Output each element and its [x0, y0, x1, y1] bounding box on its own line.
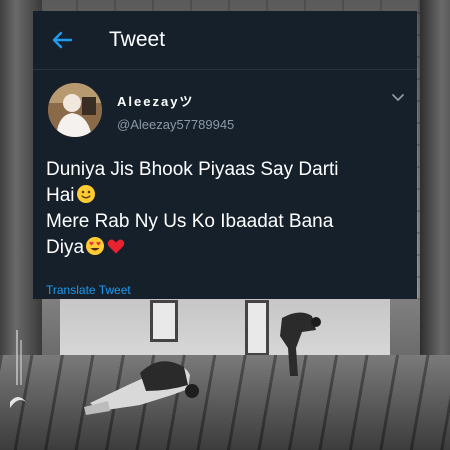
tweet-text-line: Duniya Jis Bhook Piyaas Say Darti	[46, 157, 406, 183]
red-heart-icon	[107, 239, 125, 254]
tweet-text-segment: Duniya Jis Bhook Piyaas Say Darti	[46, 159, 339, 180]
page-title: Tweet	[109, 28, 166, 51]
tweet-text-line: Diya	[46, 235, 406, 261]
background-carpet-floor	[0, 355, 450, 450]
tweet-card: Tweet Aleezayツ @Aleezay57789945 Duniya J…	[33, 11, 417, 299]
screenshot-stage: Tweet Aleezayツ @Aleezay57789945 Duniya J…	[0, 0, 450, 450]
background-window	[150, 300, 178, 342]
translate-tweet-link[interactable]: Translate Tweet	[46, 283, 131, 297]
avatar-photo-icon	[48, 83, 102, 137]
tweet-body-text: Duniya Jis Bhook Piyaas Say Darti Hai Me…	[46, 157, 406, 261]
back-arrow-icon[interactable]	[51, 29, 73, 51]
tweet-text-segment: Diya	[46, 237, 85, 258]
watermark-logo	[10, 330, 26, 408]
tweet-text-segment: Mere Rab Ny Us Ko Ibaadat Bana	[46, 211, 334, 232]
chevron-down-icon[interactable]	[391, 93, 405, 103]
smiling-face-with-heart-eyes-icon	[86, 237, 105, 255]
bowing-person-figure	[280, 312, 321, 376]
kneeling-person-figure	[84, 361, 199, 415]
tweet-text-line: Mere Rab Ny Us Ko Ibaadat Bana	[46, 209, 406, 235]
tweet-header-bar: Tweet	[33, 11, 417, 70]
author-display-name[interactable]: Aleezayツ	[117, 91, 194, 110]
tweet-text-line: Hai	[46, 183, 406, 209]
slightly-smiling-face-icon	[76, 185, 95, 203]
tweet-text-segment: Hai	[46, 185, 75, 206]
author-handle[interactable]: @Aleezay57789945	[117, 117, 234, 132]
background-window	[245, 300, 269, 356]
author-avatar[interactable]	[48, 83, 102, 137]
